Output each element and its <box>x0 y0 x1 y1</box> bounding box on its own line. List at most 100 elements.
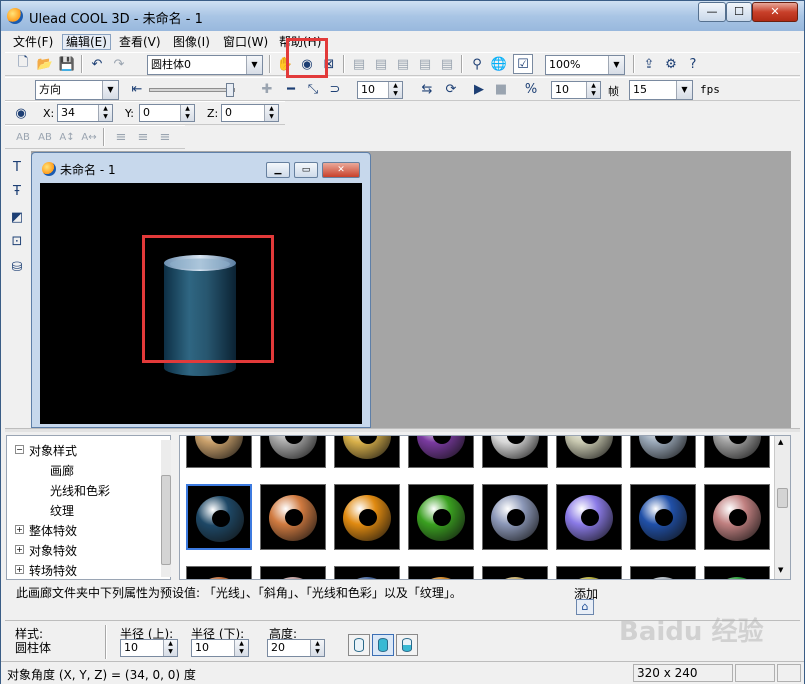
tree-item-global-fx[interactable]: 整体特效 <box>29 522 77 539</box>
gallery-preset-thumb[interactable] <box>630 484 696 550</box>
y-spinner[interactable]: 0 ▲ ▼ <box>139 104 195 122</box>
insert-graphics-icon[interactable]: ◩ <box>7 207 27 227</box>
cylinder-type-1-button[interactable] <box>348 634 370 656</box>
chevron-down-icon[interactable]: ▼ <box>608 56 624 74</box>
edit-text-icon[interactable]: Ŧ <box>7 181 27 201</box>
open-folder-icon[interactable]: 📂 <box>35 54 55 74</box>
tree-scrollbar-thumb[interactable] <box>161 475 171 565</box>
context-help-icon[interactable]: ? <box>683 54 703 74</box>
stop-icon[interactable]: ■ <box>491 79 511 99</box>
frame-spinner[interactable]: 10 ▲ ▼ <box>357 81 403 99</box>
text-style-2-icon[interactable]: AB <box>35 127 55 147</box>
bevel-2-icon[interactable]: ▤ <box>371 54 391 74</box>
menu-window[interactable]: 窗口(W) <box>220 34 271 50</box>
spinner-arrows-icon[interactable]: ▲ ▼ <box>586 82 600 98</box>
add-to-gallery-icon[interactable]: ⌂ <box>576 599 594 615</box>
gallery-preset-thumb[interactable] <box>260 566 326 579</box>
spinner-arrows-icon[interactable]: ▲ ▼ <box>163 640 177 656</box>
spinner-arrows-icon[interactable]: ▲ ▼ <box>264 105 278 121</box>
export-icon[interactable]: ⇪ <box>639 54 659 74</box>
radius-bottom-spinner[interactable]: 10 ▲ ▼ <box>191 639 249 657</box>
gallery-scrollbar[interactable]: ▲ ▼ <box>774 436 790 579</box>
tree-item-object-style[interactable]: 对象样式 <box>29 442 77 459</box>
spinner-arrows-icon[interactable]: ▲ ▼ <box>234 640 248 656</box>
percent-icon[interactable]: % <box>521 79 541 99</box>
expand-icon[interactable]: + <box>15 525 24 534</box>
cylinder-type-3-button[interactable] <box>396 634 418 656</box>
plugin-icon[interactable]: ⚙ <box>661 54 681 74</box>
tree-item-light-color[interactable]: 光线和色彩 <box>50 482 110 499</box>
minimize-button[interactable]: — <box>698 2 726 22</box>
gallery-preset-thumb[interactable] <box>334 566 400 579</box>
gallery-preset-thumb[interactable] <box>704 566 770 579</box>
gallery-preset-thumb[interactable] <box>482 566 548 579</box>
panel-divider[interactable] <box>5 428 800 432</box>
tree-item-object-fx[interactable]: 对象特效 <box>29 542 77 559</box>
gallery-preset-thumb[interactable] <box>260 484 326 550</box>
fps-select[interactable]: 15 ▼ <box>629 80 693 100</box>
mode-select[interactable]: 方向 ▼ <box>35 80 119 100</box>
text-style-1-icon[interactable]: AB <box>13 127 33 147</box>
gallery-preset-thumb[interactable] <box>186 436 252 468</box>
save-icon[interactable]: 💾 <box>57 54 77 74</box>
align-right-icon[interactable]: ≡ <box>155 127 175 147</box>
bevel-1-icon[interactable]: ▤ <box>349 54 369 74</box>
gallery-preset-thumb[interactable] <box>408 436 474 468</box>
loop-icon[interactable]: ⊃ <box>325 79 345 99</box>
checkbox-icon[interactable]: ☑ <box>513 54 533 74</box>
gallery-preset-thumb[interactable] <box>186 484 252 550</box>
gallery-preset-thumb[interactable] <box>482 436 548 468</box>
bevel-3-icon[interactable]: ▤ <box>393 54 413 74</box>
bevel-5-icon[interactable]: ▤ <box>437 54 457 74</box>
gallery-preset-thumb[interactable] <box>408 484 474 550</box>
doc-close-button[interactable]: ✕ <box>322 162 360 178</box>
align-center-icon[interactable]: ≡ <box>133 127 153 147</box>
key-nav-icon[interactable]: ⇤ <box>127 79 147 99</box>
cylinder-type-2-button[interactable] <box>372 634 394 656</box>
x-spinner[interactable]: 34 ▲ ▼ <box>57 104 113 122</box>
z-spinner[interactable]: 0 ▲ ▼ <box>221 104 279 122</box>
doc-minimize-button[interactable]: ▁ <box>266 162 290 178</box>
scroll-up-icon[interactable]: ▲ <box>778 438 783 446</box>
chevron-down-icon[interactable]: ▼ <box>102 81 118 99</box>
globe-icon[interactable]: 🌐 <box>489 54 509 74</box>
spinner-arrows-icon[interactable]: ▲ ▼ <box>310 640 324 656</box>
gallery-preset-thumb[interactable] <box>334 436 400 468</box>
zoom-select[interactable]: 100% ▼ <box>545 55 625 75</box>
doc-maximize-button[interactable]: ▭ <box>294 162 318 178</box>
tree-item-transition-fx[interactable]: 转场特效 <box>29 562 77 579</box>
gallery-preset-thumb[interactable] <box>334 484 400 550</box>
gallery-preset-thumb[interactable] <box>260 436 326 468</box>
frames-spinner[interactable]: 10 ▲ ▼ <box>551 81 601 99</box>
gallery-preset-thumb[interactable] <box>482 484 548 550</box>
scroll-down-icon[interactable]: ▼ <box>778 566 783 574</box>
insert-geometry-icon[interactable]: ⛁ <box>7 257 27 277</box>
spinner-arrows-icon[interactable]: ▲ ▼ <box>388 82 402 98</box>
maximize-button[interactable]: ☐ <box>726 2 752 22</box>
chevron-down-icon[interactable]: ▼ <box>676 81 692 99</box>
gallery-preset-thumb[interactable] <box>630 436 696 468</box>
expand-icon[interactable]: + <box>15 565 24 574</box>
gallery-preset-thumb[interactable] <box>556 484 622 550</box>
gallery-scrollbar-thumb[interactable] <box>777 488 788 508</box>
align-left-icon[interactable]: ≡ <box>111 127 131 147</box>
object-select[interactable]: 圆柱体0 ▼ <box>147 55 263 75</box>
spinner-arrows-icon[interactable]: ▲ ▼ <box>98 105 112 121</box>
gallery-preset-thumb[interactable] <box>704 484 770 550</box>
slider-thumb[interactable] <box>226 83 234 97</box>
remove-key-icon[interactable]: ━ <box>281 79 301 99</box>
menu-image[interactable]: 图像(I) <box>170 34 213 50</box>
light-icon[interactable]: ⚲ <box>467 54 487 74</box>
gallery-preset-thumb[interactable] <box>704 436 770 468</box>
menu-view[interactable]: 查看(V) <box>116 34 164 50</box>
repeat-icon[interactable]: ⟳ <box>441 79 461 99</box>
insert-text-icon[interactable]: T <box>7 157 27 177</box>
chevron-down-icon[interactable]: ▼ <box>246 56 262 74</box>
timeline-slider[interactable] <box>149 83 235 97</box>
gallery-preset-thumb[interactable] <box>186 566 252 579</box>
redo-icon[interactable]: ↷ <box>109 54 129 74</box>
gallery-preset-thumb[interactable] <box>630 566 696 579</box>
gallery-preset-thumb[interactable] <box>556 566 622 579</box>
height-spinner[interactable]: 20 ▲ ▼ <box>267 639 325 657</box>
ping-pong-icon[interactable]: ⇆ <box>417 79 437 99</box>
